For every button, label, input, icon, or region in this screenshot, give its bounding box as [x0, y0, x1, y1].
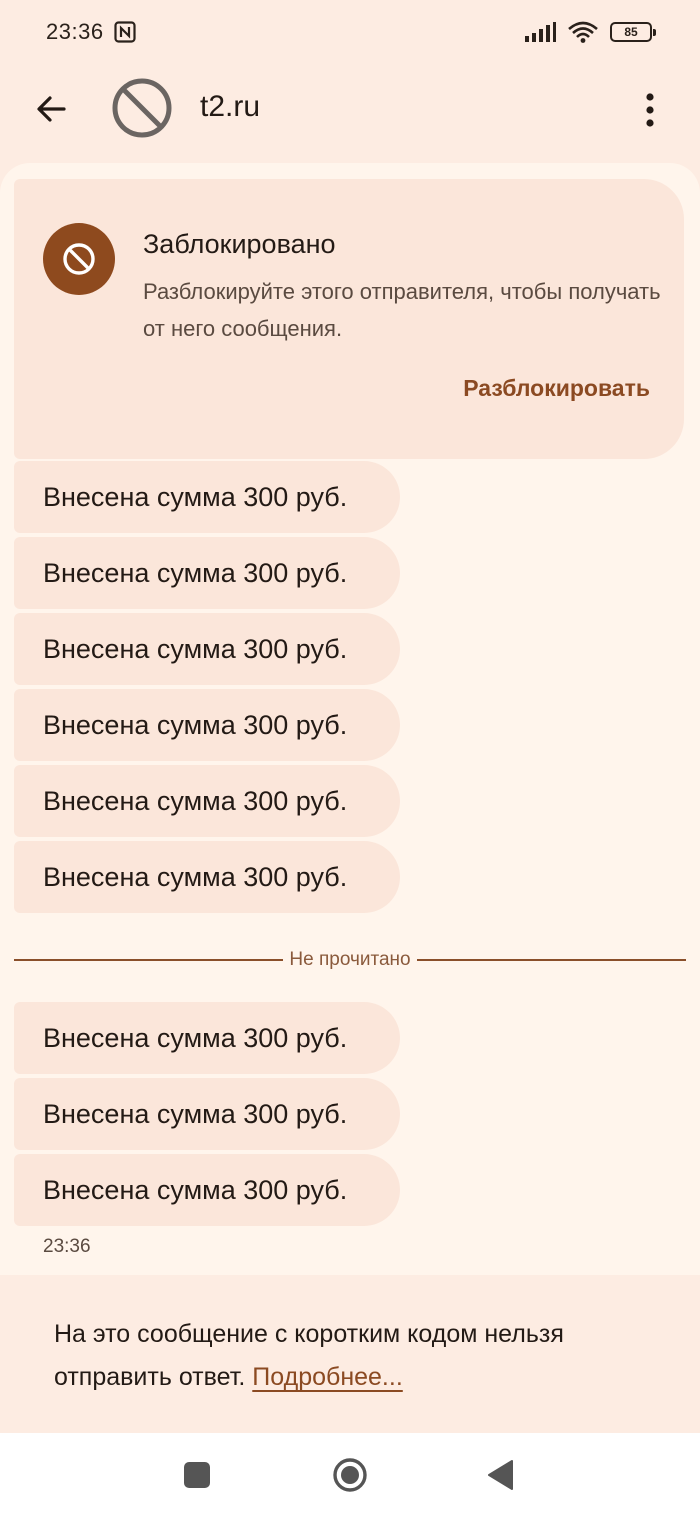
- conversation-area[interactable]: Заблокировано Разблокируйте этого отправ…: [0, 163, 700, 1275]
- message-bubble[interactable]: Внесена сумма 300 руб.: [14, 461, 400, 533]
- blocked-title: Заблокировано: [143, 229, 336, 259]
- system-nav-bar: [0, 1433, 700, 1517]
- home-icon[interactable]: [332, 1457, 368, 1493]
- blocked-banner: Заблокировано Разблокируйте этого отправ…: [14, 179, 684, 459]
- message-bubble[interactable]: Внесена сумма 300 руб.: [14, 1154, 400, 1226]
- back-icon[interactable]: [486, 1459, 516, 1491]
- blocked-avatar-icon[interactable]: [110, 76, 174, 140]
- status-bar: 23:36 85: [0, 0, 700, 64]
- message-bubble[interactable]: Внесена сумма 300 руб.: [14, 537, 400, 609]
- unread-label: Не прочитано: [289, 949, 411, 970]
- signal-icon: [525, 22, 556, 42]
- divider-line: [14, 959, 284, 961]
- wifi-icon: [568, 21, 598, 43]
- top-app-bar: t2.ru: [0, 64, 700, 154]
- battery-icon: 85: [610, 22, 656, 42]
- blocked-icon: [43, 223, 115, 295]
- more-vert-icon[interactable]: [636, 90, 664, 130]
- recents-icon[interactable]: [184, 1462, 210, 1488]
- status-time: 23:36: [46, 19, 104, 44]
- divider-line: [416, 959, 687, 961]
- message-bubble[interactable]: Внесена сумма 300 руб.: [14, 765, 400, 837]
- message-bubble[interactable]: Внесена сумма 300 руб.: [14, 1078, 400, 1150]
- message-bubble[interactable]: Внесена сумма 300 руб.: [14, 689, 400, 761]
- reply-disabled-notice: На это сообщение с коротким кодом нельзя…: [0, 1275, 700, 1433]
- message-timestamp: 23:36: [43, 1236, 91, 1257]
- nfc-icon: [113, 21, 136, 43]
- battery-level: 85: [624, 25, 638, 39]
- status-right: 85: [524, 21, 656, 43]
- learn-more-link[interactable]: Подробнее...: [252, 1363, 403, 1391]
- message-bubble[interactable]: Внесена сумма 300 руб.: [14, 613, 400, 685]
- unblock-button[interactable]: Разблокировать: [463, 375, 650, 402]
- arrow-back-icon[interactable]: [30, 88, 72, 130]
- unread-divider: Не прочитано: [14, 946, 687, 974]
- notice-text: На это сообщение с коротким кодом нельзя…: [54, 1313, 614, 1399]
- message-bubble[interactable]: Внесена сумма 300 руб.: [14, 841, 400, 913]
- blocked-description: Разблокируйте этого отправителя, чтобы п…: [143, 279, 661, 341]
- message-bubble[interactable]: Внесена сумма 300 руб.: [14, 1002, 400, 1074]
- conversation-title: t2.ru: [200, 90, 261, 123]
- status-left: 23:36: [46, 19, 136, 45]
